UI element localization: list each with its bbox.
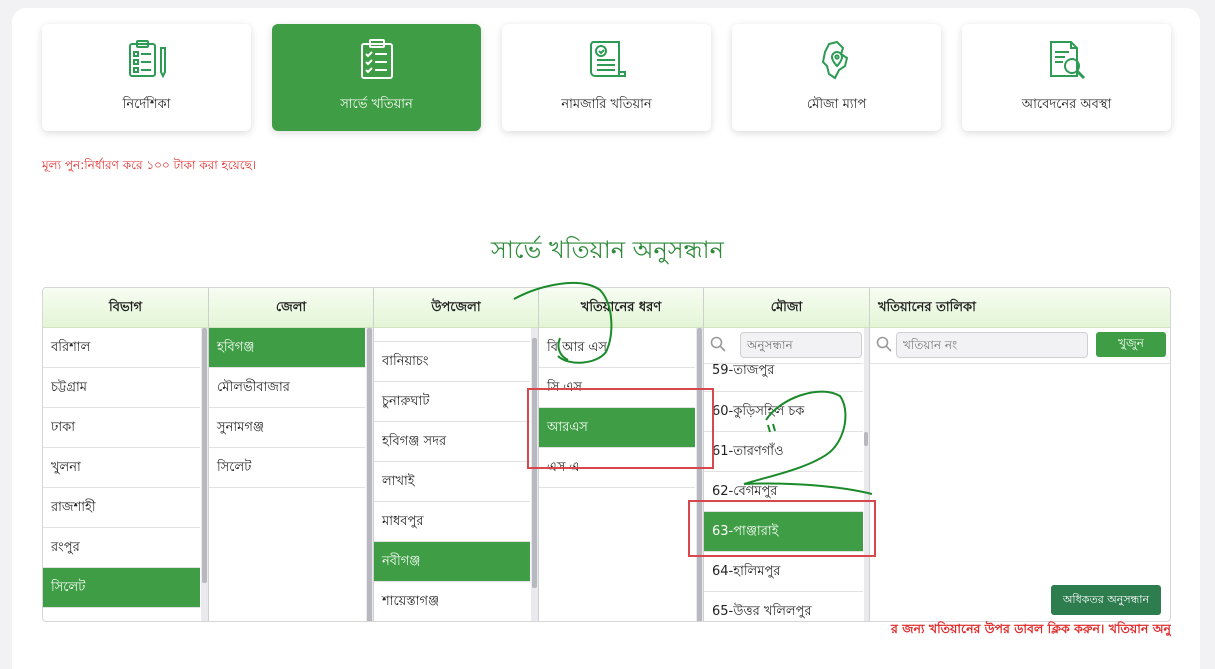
khatian-search: খুজুন — [870, 328, 1170, 364]
tile-survey-khatian[interactable]: সার্ভে খতিয়ান — [272, 24, 481, 131]
search-button[interactable]: খুজুন — [1096, 332, 1166, 357]
tile-mutation-khatian[interactable]: নামজারি খতিয়ান — [502, 24, 711, 131]
list-item[interactable]: 59-তাজপুর — [704, 364, 863, 392]
mouza-list[interactable]: 59-তাজপুর 60-কুড়িসহিল চক 61-তারণগাঁও 62… — [704, 328, 863, 621]
clipboard-checklist-icon — [360, 39, 393, 79]
khatian-number-input[interactable] — [896, 332, 1088, 358]
mouza-column: মৌজা 59-তাজপুর 60-কুড়িসহিল চক 61-তারণগা… — [704, 288, 870, 621]
list-item[interactable]: চট্টগ্রাম — [43, 368, 200, 408]
list-item[interactable]: রাজশাহী — [43, 488, 200, 528]
annotation-box-mouza — [688, 500, 876, 557]
tile-survey-khatian-label: সার্ভে খতিয়ান — [340, 97, 413, 112]
list-item[interactable]: মৌলভীবাজার — [209, 368, 365, 408]
tile-mutation-khatian-label: নামজারি খতিয়ান — [561, 97, 652, 112]
list-item[interactable]: রংপুর — [43, 528, 200, 568]
upazila-list[interactable]: বানিয়াচং চুনারুঘাট হবিগঞ্জ সদর লাখাই মা… — [374, 328, 530, 621]
scroll-document-icon — [589, 41, 626, 77]
tile-mouza-map-label: মৌজা ম্যাপ — [806, 97, 867, 112]
annotation-box-rs — [527, 388, 714, 469]
khatian-list-body: খুজুন অধিকতর অনুসন্ধান — [870, 328, 1170, 621]
upazila-header: উপজেলা — [374, 288, 538, 328]
mouza-search-input[interactable] — [740, 332, 862, 358]
mouza-search — [704, 328, 863, 364]
khatian-list-column: খতিয়ানের তালিকা খুজুন অধিকতর অনুসন্ধান — [870, 288, 1170, 621]
list-item[interactable]: চুনারুঘাট — [374, 382, 530, 422]
tile-guide-label: নির্দেশিকা — [122, 97, 171, 112]
list-item[interactable]: বানিয়াচং — [374, 342, 530, 382]
list-item[interactable]: 61-তারণগাঁও — [704, 432, 863, 472]
tile-application-status[interactable]: আবেদনের অবস্থা — [962, 24, 1171, 131]
list-item[interactable]: 64-হালিমপুর — [704, 552, 863, 592]
list-item[interactable]: মাধবপুর — [374, 502, 530, 542]
document-search-icon — [1049, 41, 1085, 80]
instruction-note: র জন্য খতিয়ানের উপর ডাবল ক্লিক করুন। খত… — [891, 621, 1171, 636]
upazila-column: উপজেলা বানিয়াচং চুনারুঘাট হবিগঞ্জ সদর ল… — [374, 288, 539, 621]
search-icon — [876, 336, 892, 352]
tile-application-status-label: আবেদনের অবস্থা — [1021, 97, 1112, 112]
list-item[interactable]: শায়েস্তাগঞ্জ — [374, 582, 530, 621]
list-item[interactable]: হবিগঞ্জ সদর — [374, 422, 530, 462]
list-item-selected[interactable]: সিলেট — [43, 568, 200, 608]
map-pin-icon — [821, 40, 848, 80]
khatian-list-header: খতিয়ানের তালিকা — [870, 288, 1170, 328]
list-item[interactable]: সিলেট — [209, 448, 365, 488]
division-header: বিভাগ — [43, 288, 208, 328]
list-item-partial — [374, 328, 530, 342]
checklist-pen-icon — [128, 40, 166, 79]
division-column: বিভাগ বরিশাল চট্টগ্রাম ঢাকা খুলনা রাজশাহ… — [43, 288, 209, 621]
page-title: সার্ভে খতিয়ান অনুসন্ধান — [491, 236, 724, 264]
division-scrollbar[interactable] — [201, 328, 208, 621]
list-item[interactable]: লাখাই — [374, 462, 530, 502]
mouza-scrollbar[interactable] — [864, 328, 869, 621]
district-list[interactable]: হবিগঞ্জ মৌলভীবাজার সুনামগঞ্জ সিলেট — [209, 328, 365, 621]
upazila-scrollbar[interactable] — [531, 328, 538, 621]
mouza-header: মৌজা — [704, 288, 869, 328]
list-item[interactable]: খুলনা — [43, 448, 200, 488]
tile-guide[interactable]: নির্দেশিকা — [42, 24, 251, 131]
list-item[interactable]: বি আর এস — [539, 328, 695, 368]
list-item[interactable]: 60-কুড়িসহিল চক — [704, 392, 863, 432]
list-item[interactable]: বরিশাল — [43, 328, 200, 368]
search-icon — [710, 336, 726, 352]
khatian-type-header: খতিয়ানের ধরণ — [539, 288, 703, 328]
list-item-selected[interactable]: হবিগঞ্জ — [209, 328, 365, 368]
khatian-type-list[interactable]: বি আর এস সি এস আরএস এস এ — [539, 328, 695, 621]
list-item[interactable]: ঢাকা — [43, 408, 200, 448]
division-list[interactable]: বরিশাল চট্টগ্রাম ঢাকা খুলনা রাজশাহী রংপু… — [43, 328, 200, 621]
list-item[interactable]: সুনামগঞ্জ — [209, 408, 365, 448]
khatian-type-scrollbar[interactable] — [696, 328, 703, 621]
tile-mouza-map[interactable]: মৌজা ম্যাপ — [732, 24, 941, 131]
district-header: জেলা — [209, 288, 373, 328]
list-item[interactable]: 65-উত্তর খলিলপুর — [704, 592, 863, 621]
price-notice: মূল্য পুন:নির্ধারণ করে ১০০ টাকা করা হয়ে… — [42, 158, 257, 172]
list-item-selected[interactable]: নবীগঞ্জ — [374, 542, 530, 582]
district-column: জেলা হবিগঞ্জ মৌলভীবাজার সুনামগঞ্জ সিলেট — [209, 288, 374, 621]
advanced-search-button[interactable]: অধিকতর অনুসন্ধান — [1051, 585, 1161, 615]
district-scrollbar[interactable] — [366, 328, 373, 621]
